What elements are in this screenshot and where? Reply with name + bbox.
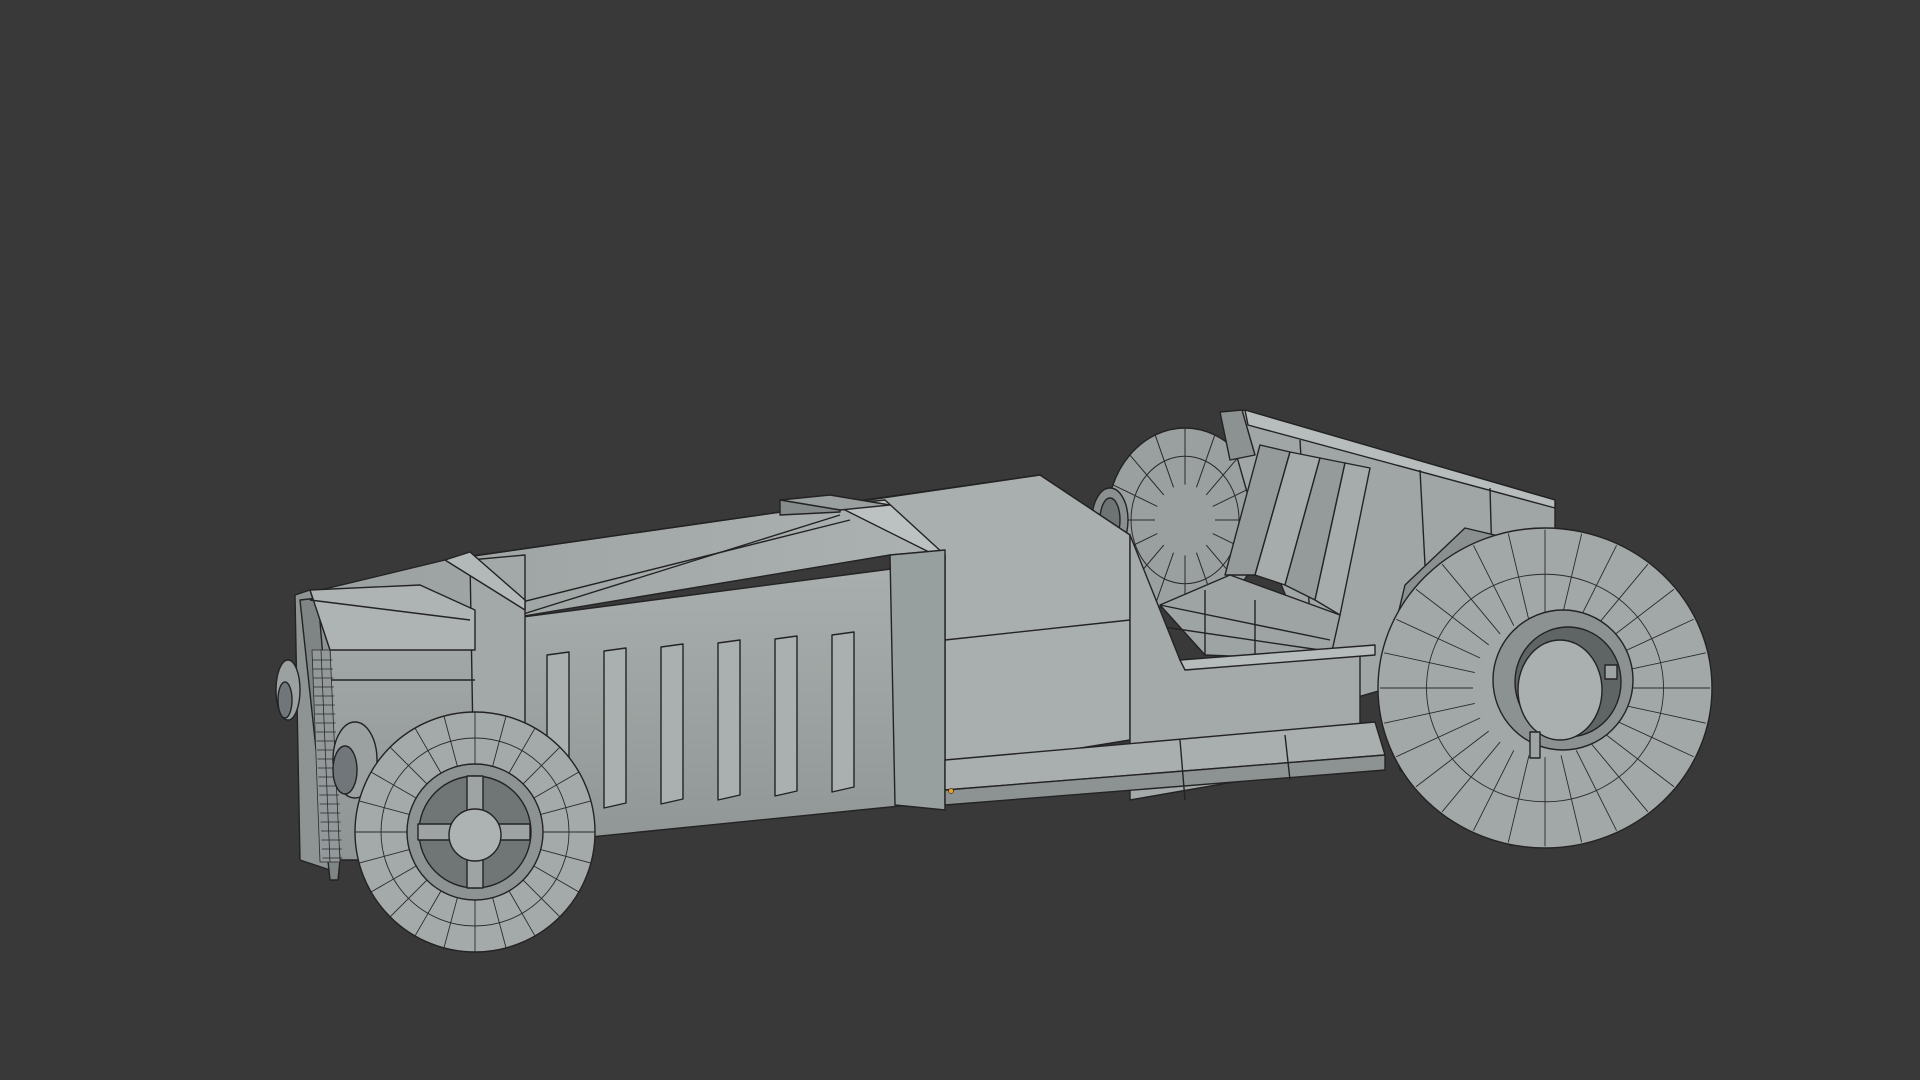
car-model[interactable] xyxy=(275,409,1713,953)
hood-louver xyxy=(717,639,741,801)
rear-right-wheel[interactable] xyxy=(1377,527,1713,849)
front-wheel[interactable] xyxy=(354,711,596,953)
hood-louver xyxy=(660,643,684,805)
object-origin-marker[interactable] xyxy=(948,788,954,794)
hood-louver xyxy=(774,635,798,797)
hood-louver xyxy=(831,631,855,793)
hood-louver xyxy=(603,647,627,809)
3d-viewport[interactable] xyxy=(0,0,1920,1080)
scene-canvas[interactable] xyxy=(0,0,1920,1080)
